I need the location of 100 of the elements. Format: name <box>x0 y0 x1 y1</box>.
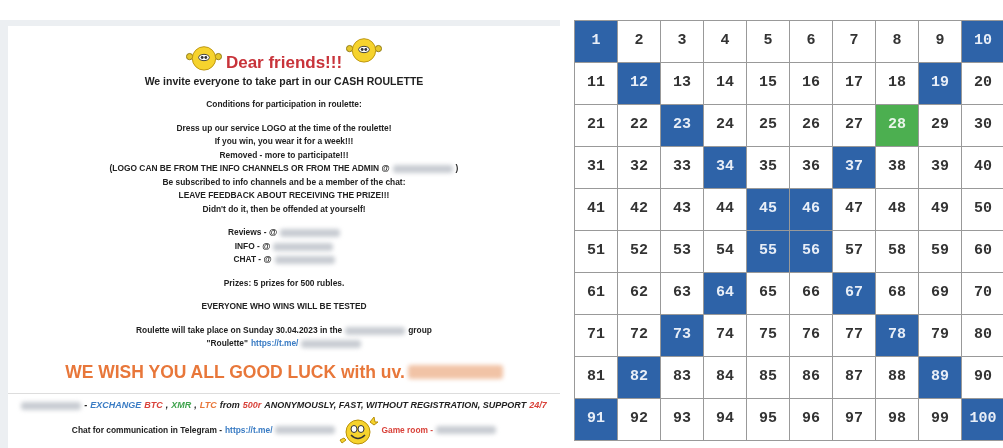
text-line: , <box>165 398 169 412</box>
number-cell: 26 <box>790 105 832 146</box>
marked-number-cell: 78 <box>876 315 918 356</box>
number-cell: 11 <box>575 63 617 104</box>
number-cell: 29 <box>919 105 961 146</box>
number-cell: 81 <box>575 357 617 398</box>
number-cell: 59 <box>919 231 961 272</box>
smiley-icon <box>346 36 383 65</box>
text-line: Prizes: 5 prizes for 500 rubles. <box>223 276 345 290</box>
number-cell: 44 <box>704 189 746 230</box>
marked-number-cell: 64 <box>704 273 746 314</box>
text-line: LEAVE FEEDBACK ABOUT RECEIVING THE PRIZE!!! <box>178 189 390 203</box>
smiley-icon <box>185 44 222 73</box>
marked-number-cell: 12 <box>618 63 660 104</box>
blurred-text <box>274 256 335 265</box>
text-line: Reviews - @ <box>227 226 278 240</box>
number-cell: 40 <box>962 147 1003 188</box>
number-cell: 16 <box>790 63 832 104</box>
text-line: , <box>194 398 197 412</box>
number-cell: 51 <box>575 231 617 272</box>
number-cell: 96 <box>790 399 832 440</box>
number-cell: 52 <box>618 231 660 272</box>
number-cell: 87 <box>833 357 875 398</box>
number-cell: 97 <box>833 399 875 440</box>
number-cell: 41 <box>575 189 617 230</box>
number-cell: 92 <box>618 399 660 440</box>
number-cell: 77 <box>833 315 875 356</box>
number-cell: 47 <box>833 189 875 230</box>
marked-number-cell: 45 <box>747 189 789 230</box>
marked-number-cell: 91 <box>575 399 617 440</box>
text-line: Roulette will take place on Sunday 30.04.2023 in the <box>136 323 343 337</box>
number-cell: 70 <box>962 273 1003 314</box>
number-cell: 9 <box>919 21 961 62</box>
number-cell: 74 <box>704 315 746 356</box>
number-cell: 25 <box>747 105 789 146</box>
text-line: group <box>408 323 432 337</box>
marked-number-cell: 89 <box>919 357 961 398</box>
number-cell: 71 <box>575 315 617 356</box>
text-line: LTC <box>199 398 217 412</box>
link[interactable]: https://t.me/ <box>225 423 273 438</box>
text-line: INFO - @ <box>234 239 271 253</box>
title: Dear friends!!! <box>225 52 343 73</box>
number-cell: 99 <box>919 399 961 440</box>
text-line: Conditions for participation in roulette: <box>206 98 362 112</box>
number-cell: 53 <box>661 231 703 272</box>
number-cell: 35 <box>747 147 789 188</box>
winning-number-cell: 28 <box>876 105 918 146</box>
marked-number-cell: 19 <box>919 63 961 104</box>
number-cell: 8 <box>876 21 918 62</box>
number-cell: 65 <box>747 273 789 314</box>
marked-number-cell: 73 <box>661 315 703 356</box>
number-cell: 88 <box>876 357 918 398</box>
number-cell: 76 <box>790 315 832 356</box>
blurred-text <box>345 326 406 335</box>
number-cell: 61 <box>575 273 617 314</box>
number-cell: 20 <box>962 63 1003 104</box>
text-line: Dress up our service LOGO at the time of the roulette! <box>176 121 392 135</box>
marked-number-cell: 67 <box>833 273 875 314</box>
text-line: 500r <box>242 398 262 412</box>
number-cell: 3 <box>661 21 703 62</box>
number-cell: 24 <box>704 105 746 146</box>
number-cell: 84 <box>704 357 746 398</box>
marked-number-cell: 100 <box>962 399 1003 440</box>
marked-number-cell: 46 <box>790 189 832 230</box>
number-cell: 27 <box>833 105 875 146</box>
number-cell: 79 <box>919 315 961 356</box>
text-line: CHAT - @ <box>233 253 272 267</box>
blurred-text <box>21 401 82 410</box>
marked-number-cell: 34 <box>704 147 746 188</box>
number-cell: 86 <box>790 357 832 398</box>
text-line: from <box>219 398 240 412</box>
number-cell: 80 <box>962 315 1003 356</box>
number-cell: 7 <box>833 21 875 62</box>
text-line: Removed - more to participate!!! <box>219 148 349 162</box>
number-cell: 62 <box>618 273 660 314</box>
text-line: EXCHANGE <box>90 398 142 412</box>
number-cell: 32 <box>618 147 660 188</box>
number-cell: 60 <box>962 231 1003 272</box>
number-cell: 2 <box>618 21 660 62</box>
marked-number-cell: 37 <box>833 147 875 188</box>
number-cell: 93 <box>661 399 703 440</box>
number-cell: 43 <box>661 189 703 230</box>
number-cell: 94 <box>704 399 746 440</box>
text-line: 24/7 <box>529 398 547 412</box>
link[interactable]: https://t.me/ <box>251 337 299 351</box>
number-cell: 54 <box>704 231 746 272</box>
number-cell: 49 <box>919 189 961 230</box>
game-room-label: Game room - <box>381 423 434 437</box>
blurred-text <box>275 426 336 435</box>
number-cell: 72 <box>618 315 660 356</box>
text-line: We invite everyone to take part in our CASH ROULETTE <box>144 74 424 89</box>
number-cell: 90 <box>962 357 1003 398</box>
number-cell: 6 <box>790 21 832 62</box>
number-cell: 66 <box>790 273 832 314</box>
marked-number-cell: 55 <box>747 231 789 272</box>
blurred-text <box>273 242 334 251</box>
number-cell: 75 <box>747 315 789 356</box>
text-line: (LOGO CAN BE FROM THE INFO CHANNELS OR FROM THE ADMIN @ <box>109 162 390 176</box>
number-cell: 48 <box>876 189 918 230</box>
blurred-text <box>301 340 362 349</box>
